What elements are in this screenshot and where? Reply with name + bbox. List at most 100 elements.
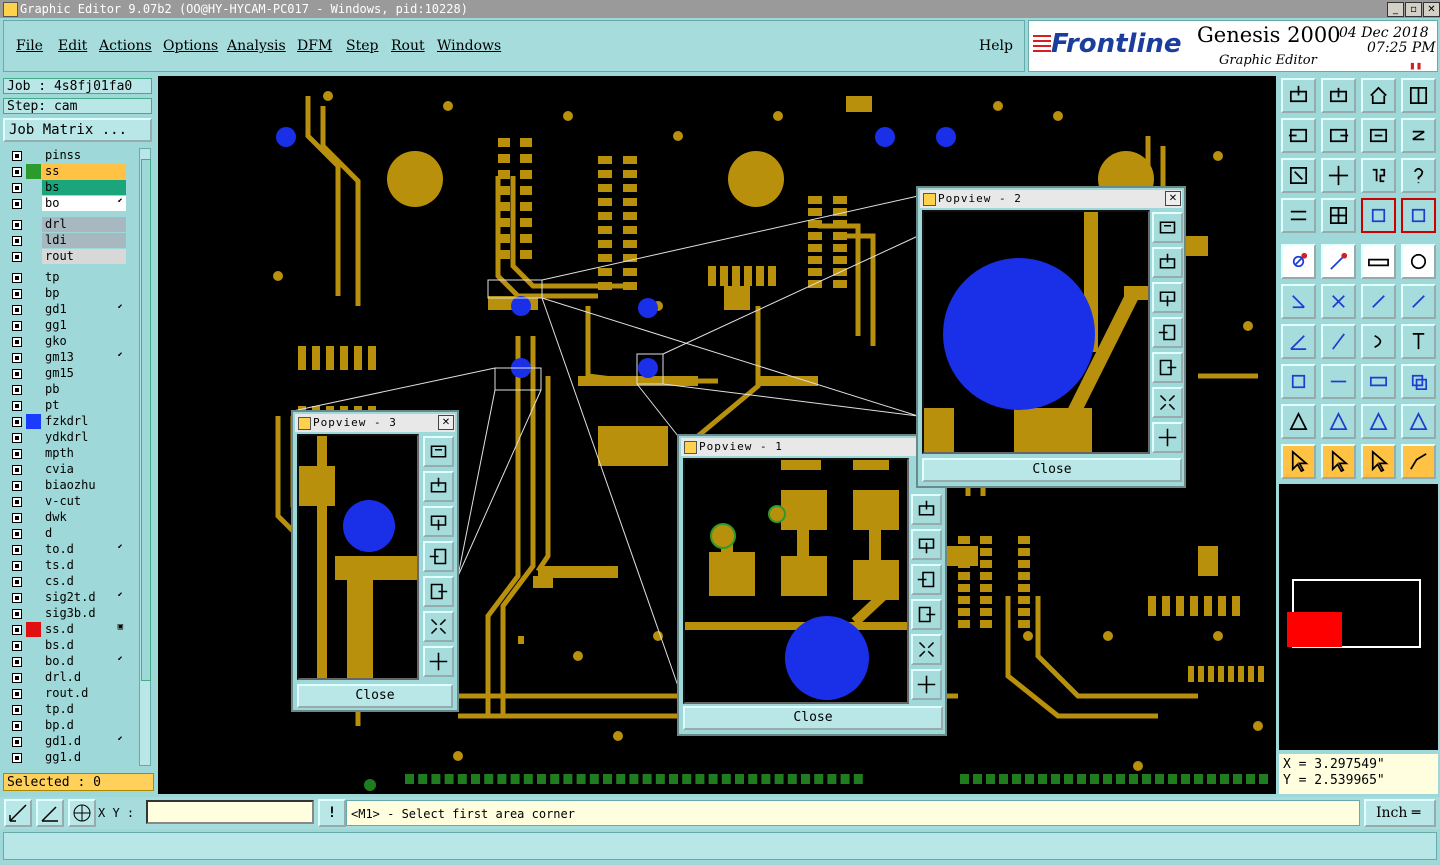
layer-color-swatch[interactable] — [26, 366, 41, 381]
layer-name[interactable]: ss — [42, 164, 126, 179]
home-button[interactable] — [1361, 78, 1396, 113]
connect-button[interactable] — [1281, 284, 1316, 319]
layer-checkbox[interactable] — [12, 625, 22, 635]
popview-2-close-icon[interactable]: ✕ — [1165, 191, 1181, 206]
popview-2-close-button[interactable]: Close — [922, 458, 1182, 482]
layer-checkbox[interactable] — [12, 305, 22, 315]
layer-color-swatch[interactable] — [26, 398, 41, 413]
layer-color-swatch[interactable] — [26, 574, 41, 589]
zoom-out-button[interactable] — [423, 646, 454, 677]
triangle-button[interactable] — [1281, 404, 1316, 439]
layer-row-to-d[interactable]: to.d ⬋ — [6, 542, 126, 557]
stretch-button[interactable] — [1321, 364, 1356, 399]
layer-row-tp[interactable]: tp — [6, 270, 126, 285]
layer-checkbox[interactable] — [12, 545, 22, 555]
layer-row-bo-d[interactable]: bo.d ⬋ — [6, 654, 126, 669]
layer-color-swatch[interactable] — [26, 334, 41, 349]
layer-color-swatch[interactable] — [26, 590, 41, 605]
menu-step[interactable]: Step — [346, 38, 378, 54]
layer-color-swatch[interactable] — [26, 249, 41, 264]
layer-checkbox[interactable] — [12, 199, 22, 209]
layer-name[interactable]: gd1.d — [42, 734, 126, 749]
popview-3-view[interactable] — [297, 434, 419, 680]
layer-row-pinss[interactable]: pinss — [6, 148, 126, 163]
layer-row-gg1[interactable]: gg1 — [6, 318, 126, 333]
layer-name[interactable]: v-cut — [42, 494, 126, 509]
layer-checkbox[interactable] — [12, 385, 22, 395]
layer-color-swatch[interactable] — [26, 196, 41, 211]
menu-rout[interactable]: Rout — [391, 38, 425, 54]
layer-color-swatch[interactable] — [26, 318, 41, 333]
layer-row-tp-d[interactable]: tp.d — [6, 702, 126, 717]
layer-name[interactable]: bo.d — [42, 654, 126, 669]
pad-add-button[interactable] — [1281, 244, 1316, 279]
layer-checkbox[interactable] — [12, 705, 22, 715]
layer-row-mpth[interactable]: mpth — [6, 446, 126, 461]
layer-color-swatch[interactable] — [26, 462, 41, 477]
layer-checkbox[interactable] — [12, 737, 22, 747]
layer-name[interactable]: pinss — [42, 148, 126, 163]
window-corner-button[interactable] — [1401, 78, 1436, 113]
menu-edit[interactable]: Edit — [58, 38, 87, 54]
swap-button[interactable] — [1361, 118, 1396, 153]
zoom-in-button[interactable] — [423, 611, 454, 642]
triangle-alt-button[interactable] — [1321, 404, 1356, 439]
layer-checkbox[interactable] — [12, 236, 22, 246]
layer-checkbox[interactable] — [12, 321, 22, 331]
layer-name[interactable]: gm13 — [42, 350, 126, 365]
snap-button[interactable] — [1281, 198, 1316, 233]
popview-3-titlebar[interactable]: Popview - 3 — [295, 414, 455, 432]
layer-row-gd1-d[interactable]: gd1.d ⬋ — [6, 734, 126, 749]
layer-name[interactable]: fzkdrl — [42, 414, 126, 429]
layer-checkbox[interactable] — [12, 657, 22, 667]
scale-1to2-button[interactable] — [1361, 158, 1396, 193]
layer-checkbox[interactable] — [12, 220, 22, 230]
pan-up-button[interactable] — [1152, 247, 1183, 278]
layer-name[interactable]: ydkdrl — [42, 430, 126, 445]
layer-name[interactable]: biaozhu — [42, 478, 126, 493]
zoom-out-button[interactable] — [1152, 422, 1183, 453]
pointer-select-button[interactable] — [1321, 444, 1356, 479]
popview-1-view[interactable] — [683, 458, 909, 704]
layer-name[interactable]: tp.d — [42, 702, 126, 717]
pan-left-button[interactable] — [423, 541, 454, 572]
layer-name[interactable]: bs.d — [42, 638, 126, 653]
layer-name[interactable]: cvia — [42, 462, 126, 477]
fit-view-button[interactable] — [423, 436, 454, 467]
layer-color-swatch[interactable] — [26, 414, 41, 429]
layer-checkbox[interactable] — [12, 353, 22, 363]
layer-color-swatch[interactable] — [26, 270, 41, 285]
minimize-button[interactable]: _ — [1387, 2, 1404, 17]
zoom-fit-button[interactable] — [1281, 158, 1316, 193]
layer-row-gg1-d[interactable]: gg1.d — [6, 750, 126, 765]
layer-row-cvia[interactable]: cvia — [6, 462, 126, 477]
layer-name[interactable]: to.d — [42, 542, 126, 557]
layer-color-swatch[interactable] — [26, 558, 41, 573]
layer-checkbox[interactable] — [12, 151, 22, 161]
menu-windows[interactable]: Windows — [437, 38, 501, 54]
layer-name[interactable]: ldi — [42, 233, 126, 248]
home-up-button[interactable] — [1281, 78, 1316, 113]
pan-right-button[interactable] — [911, 599, 942, 630]
layer-color-swatch[interactable] — [26, 286, 41, 301]
overview-map[interactable] — [1279, 484, 1438, 750]
layer-row-pb[interactable]: pb — [6, 382, 126, 397]
menu-help[interactable]: Help — [979, 38, 1013, 54]
layer-checkbox[interactable] — [12, 252, 22, 262]
layer-row-d[interactable]: d — [6, 526, 126, 541]
layer-checkbox[interactable] — [12, 465, 22, 475]
popview-1-window[interactable]: Popview - 1 ✕ Close — [677, 434, 947, 736]
popview-2-titlebar[interactable]: Popview - 2 — [920, 190, 1182, 208]
grid-button[interactable] — [1321, 198, 1356, 233]
layer-checkbox[interactable] — [12, 289, 22, 299]
layer-row-sig3b-d[interactable]: sig3b.d — [6, 606, 126, 621]
layer-name[interactable]: ss.d — [42, 622, 126, 637]
layer-row-dwk[interactable]: dwk — [6, 510, 126, 525]
layer-name[interactable]: cs.d — [42, 574, 126, 589]
layer-row-gd1[interactable]: gd1 ⬋ — [6, 302, 126, 317]
pad-arrow-alt-button[interactable] — [1401, 284, 1436, 319]
popview-3-window[interactable]: Popview - 3 ✕ Close — [291, 410, 459, 712]
zoom-center-button[interactable] — [1321, 158, 1356, 193]
layer-name[interactable]: sig3b.d — [42, 606, 126, 621]
arc-button[interactable] — [1361, 324, 1396, 359]
